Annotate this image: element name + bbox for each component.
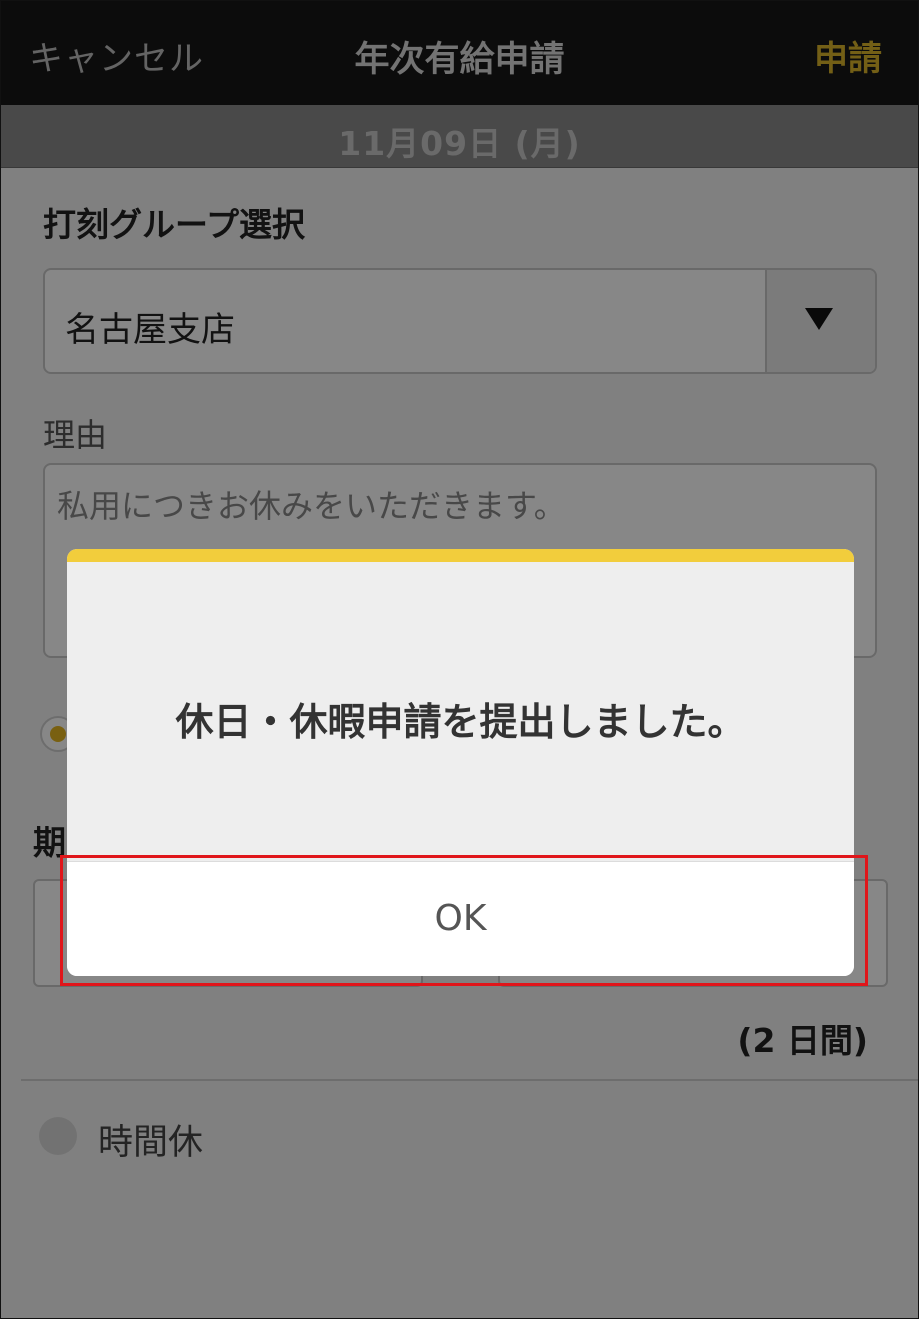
confirmation-dialog: 休日・休暇申請を提出しました。 OK: [67, 549, 854, 976]
dialog-accent-bar: [67, 549, 854, 562]
dialog-message: 休日・休暇申請を提出しました。: [175, 700, 746, 744]
ok-button-label: OK: [434, 898, 487, 939]
ok-button[interactable]: OK: [67, 861, 854, 976]
app-frame: キャンセル 年次有給申請 申請 11月09日 (月) 打刻グループ選択 名古屋支…: [0, 0, 919, 1319]
